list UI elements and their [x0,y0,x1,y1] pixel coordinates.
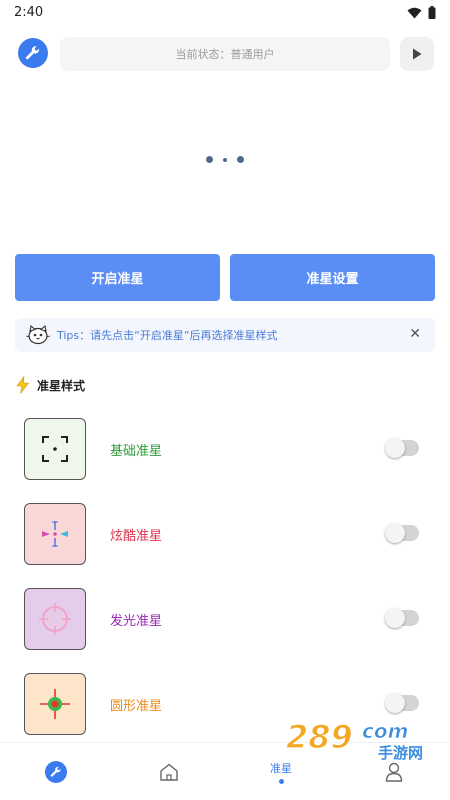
status-time: 2:40 [14,5,44,20]
close-icon[interactable]: ✕ [409,326,421,342]
watermark-main: 289 [286,718,353,756]
watermark-sub: 手游网 [378,744,423,762]
carousel-dot [237,156,244,163]
battery-icon [428,6,436,19]
wrench-icon [25,46,40,60]
watermark-suffix: com [362,719,408,743]
carousel-indicator [0,156,450,163]
open-crosshair-button[interactable]: 开启准星 [15,254,220,301]
lightning-icon [16,376,30,394]
section-header: 准星样式 [15,376,85,394]
status-icons [407,6,436,19]
toggle-knob [385,608,405,628]
user-status-pill: 当前状态：普通用户 [60,37,390,71]
toggle-knob [385,693,405,713]
section-title: 准星样式 [37,378,86,393]
toggle-knob [385,438,405,458]
tips-banner: Tips：请先点击“开启准星”后再选择准星样式 ✕ [15,318,435,352]
carousel-dot-active [206,156,213,163]
tips-text: Tips：请先点击“开启准星”后再选择准星样式 [57,329,278,342]
nav-tools[interactable] [26,743,86,800]
play-icon [413,48,422,60]
style-row-cool[interactable]: 炫酷准星 [0,503,450,565]
basic-crosshair-thumbnail [24,418,86,480]
user-icon [385,762,403,782]
circle-crosshair-thumbnail [24,673,86,735]
wifi-icon [407,7,422,18]
style-toggle[interactable] [385,523,419,543]
style-row-basic[interactable]: 基础准星 [0,418,450,480]
style-label: 基础准星 [110,444,163,459]
style-row-glow[interactable]: 发光准星 [0,588,450,650]
top-bar: 当前状态：普通用户 [0,34,450,74]
toggle-knob [385,523,405,543]
tool-button[interactable] [18,38,48,68]
status-bar: 2:40 [0,0,450,26]
nav-active-dot [278,779,284,784]
cool-crosshair-thumbnail [24,503,86,565]
style-label: 发光准星 [110,614,163,629]
cat-icon [25,325,51,345]
user-status-text: 当前状态：普通用户 [175,48,275,61]
nav-home[interactable] [139,743,199,800]
carousel-dot [223,157,227,162]
style-toggle[interactable] [385,438,419,458]
home-icon [160,763,178,781]
wrench-icon [45,761,67,783]
watermark-logo: 289 com 手游网 [285,717,423,762]
style-toggle[interactable] [385,693,419,713]
style-toggle[interactable] [385,608,419,628]
glow-crosshair-thumbnail [24,588,86,650]
play-button[interactable] [400,37,434,71]
style-label: 炫酷准星 [110,529,163,544]
style-label: 圆形准星 [110,699,163,714]
crosshair-settings-button[interactable]: 准星设置 [230,254,435,301]
